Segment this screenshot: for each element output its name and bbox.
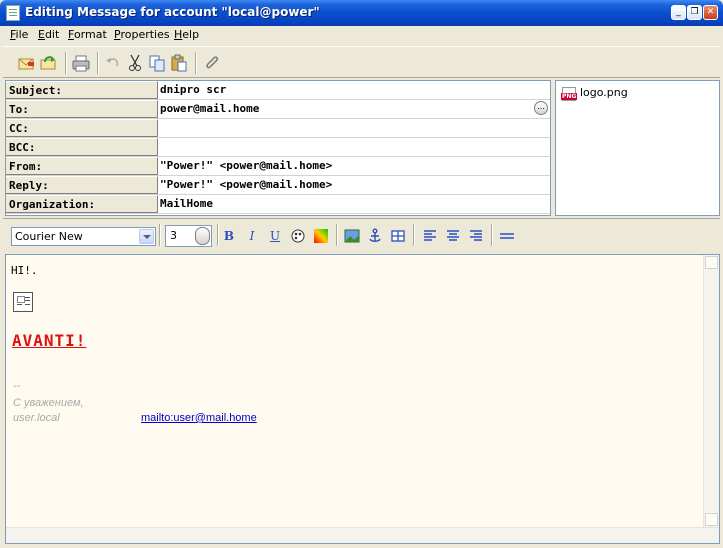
to-field[interactable]: power@mail.home — [160, 102, 259, 115]
attachments-panel: logo.png — [555, 80, 720, 216]
from-row: From: "Power!" <power@mail.home> — [6, 157, 550, 176]
copy-icon[interactable] — [147, 53, 167, 73]
address-book-button[interactable]: … — [534, 101, 548, 115]
send-icon[interactable] — [17, 53, 37, 73]
attach-icon[interactable] — [202, 53, 222, 73]
scroll-down-icon[interactable] — [705, 513, 718, 526]
message-icon — [6, 5, 20, 21]
body-greeting: HI!. — [11, 264, 38, 277]
paste-icon[interactable] — [169, 53, 189, 73]
to-label: To: — [6, 100, 158, 118]
toolbar-separator — [65, 52, 67, 74]
signature-separator: -- — [13, 380, 21, 392]
font-select-value: Courier New — [15, 230, 83, 243]
send-later-icon[interactable] — [39, 53, 59, 73]
mailto-link[interactable]: mailto:user@mail.home — [141, 412, 257, 424]
organization-row: Organization: MailHome — [6, 195, 550, 214]
chevron-down-icon[interactable] — [139, 229, 154, 244]
bcc-label: BCC: — [6, 138, 158, 156]
menu-properties[interactable]: Properties — [114, 28, 170, 41]
italic-button[interactable]: I — [244, 228, 260, 244]
underline-button[interactable]: U — [267, 228, 283, 244]
organization-label: Organization: — [6, 195, 158, 213]
toolbar-separator — [413, 224, 415, 246]
toolbar-separator — [217, 224, 219, 246]
from-field[interactable]: "Power!" <power@mail.home> — [160, 159, 332, 172]
cut-icon[interactable] — [125, 53, 145, 73]
menu-file[interactable]: File — [10, 28, 28, 41]
scroll-up-icon[interactable] — [705, 256, 718, 269]
menu-bar: File Edit Format Properties Help — [3, 26, 720, 44]
window-title: Editing Message for account "local@power… — [25, 5, 320, 19]
anchor-icon[interactable] — [367, 228, 383, 244]
message-body-editor[interactable]: HI!. AVANTI! -- С уважением, user.local … — [5, 254, 720, 544]
bold-button[interactable]: B — [221, 228, 237, 244]
minimize-button[interactable]: _ — [671, 5, 686, 20]
from-label: From: — [6, 157, 158, 175]
format-toolbar: Courier New 3 B I U — [3, 218, 720, 252]
menu-help[interactable]: Help — [174, 28, 199, 41]
print-icon[interactable] — [71, 53, 91, 73]
bcc-row: BCC: — [6, 138, 550, 157]
message-headers: Subject: dnipro scr To: power@mail.home … — [5, 80, 551, 216]
background-color-icon[interactable] — [313, 228, 329, 244]
font-select[interactable]: Courier New — [11, 227, 156, 246]
menu-edit[interactable]: Edit — [38, 28, 59, 41]
vertical-scrollbar[interactable] — [703, 255, 719, 527]
align-right-icon[interactable] — [468, 228, 484, 244]
embedded-image-icon[interactable] — [13, 292, 33, 312]
body-headline: AVANTI! — [12, 331, 87, 350]
toolbar-separator — [97, 52, 99, 74]
align-left-icon[interactable] — [422, 228, 438, 244]
toolbar-separator — [195, 52, 197, 74]
horizontal-scrollbar[interactable] — [6, 527, 719, 543]
menu-format[interactable]: Format — [68, 28, 107, 41]
to-row: To: power@mail.home … — [6, 100, 550, 119]
png-file-icon — [561, 87, 578, 101]
attachment-item[interactable]: logo.png — [580, 86, 628, 99]
subject-label: Subject: — [6, 81, 158, 99]
cc-label: CC: — [6, 119, 158, 137]
font-size-stepper[interactable]: 3 — [165, 225, 212, 247]
subject-field[interactable]: dnipro scr — [160, 83, 226, 96]
subject-row: Subject: dnipro scr — [6, 81, 550, 100]
reply-field[interactable]: "Power!" <power@mail.home> — [160, 178, 332, 191]
toolbar-separator — [159, 224, 161, 246]
font-color-icon[interactable] — [290, 228, 306, 244]
toolbar-separator — [491, 224, 493, 246]
reply-label: Reply: — [6, 176, 158, 194]
spin-arrows-icon[interactable] — [195, 227, 210, 245]
maximize-button[interactable]: ❐ — [687, 5, 702, 20]
font-size-value: 3 — [170, 229, 177, 242]
signature-line: С уважением, — [13, 397, 84, 409]
signature-user: user.local — [13, 412, 60, 424]
horizontal-rule-icon[interactable] — [499, 228, 515, 244]
main-toolbar — [3, 46, 720, 78]
cc-row: CC: — [6, 119, 550, 138]
align-center-icon[interactable] — [445, 228, 461, 244]
organization-field[interactable]: MailHome — [160, 197, 213, 210]
toolbar-separator — [336, 224, 338, 246]
close-button[interactable]: ✕ — [703, 5, 718, 20]
insert-image-icon[interactable] — [344, 228, 360, 244]
title-bar: Editing Message for account "local@power… — [0, 0, 723, 26]
undo-icon[interactable] — [103, 53, 123, 73]
reply-row: Reply: "Power!" <power@mail.home> — [6, 176, 550, 195]
table-icon[interactable] — [390, 228, 406, 244]
